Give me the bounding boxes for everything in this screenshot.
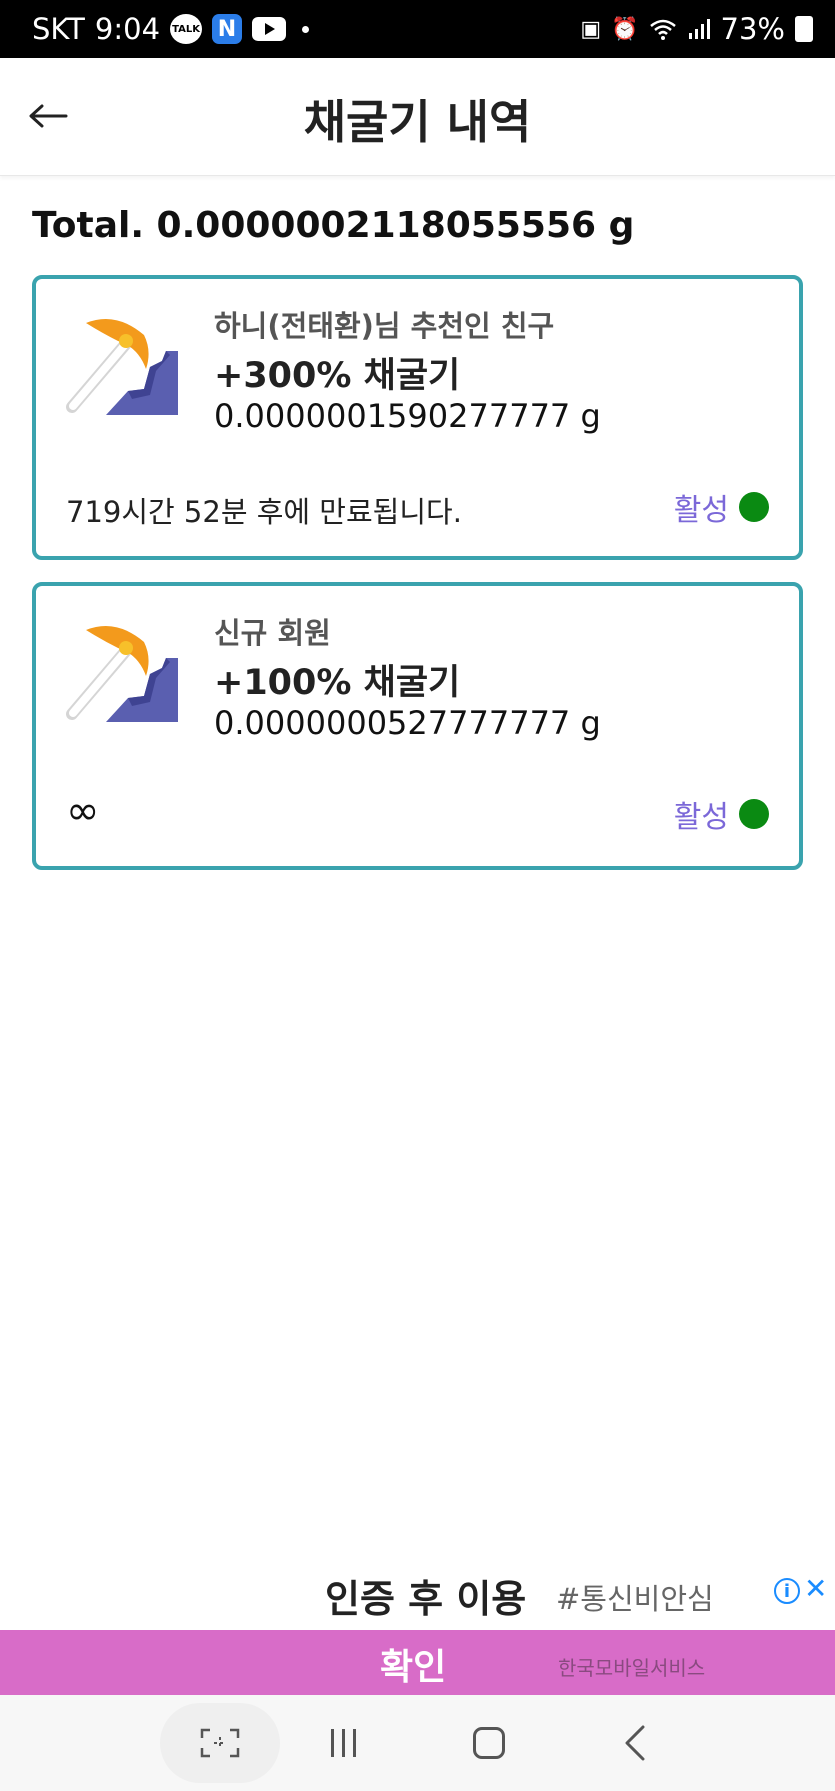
- alarm-icon: ⏰: [611, 16, 639, 42]
- ad-hashtag: #통신비안심: [556, 1582, 714, 1616]
- system-nav-bar: [0, 1695, 835, 1791]
- miner-source-label: 신규 회원: [214, 616, 331, 650]
- ad-banner[interactable]: 인증 후 이용 #통신비안심 i ✕ 확인 한국모바일서비스: [0, 1558, 835, 1695]
- close-icon[interactable]: ✕: [804, 1572, 827, 1605]
- miner-card: 하니(전태환)님 추천인 친구 +300% 채굴기 0.000000159027…: [32, 275, 803, 560]
- ad-brand: 한국모바일서비스: [558, 1656, 706, 1680]
- miner-source-label: 하니(전태환)님 추천인 친구: [214, 309, 555, 343]
- status-label: 활성: [673, 800, 729, 835]
- miner-expiry: 719시간 52분 후에 만료됩니다.: [66, 495, 462, 529]
- infinity-icon: ∞: [66, 788, 100, 834]
- battery-icon: [795, 16, 813, 42]
- status-bar: SKT 9:04 TALK N ▣ ⏰ 73%: [0, 0, 835, 58]
- active-dot-icon: [739, 799, 769, 829]
- miner-amount: 0.0000000527777777 g: [214, 704, 601, 742]
- wifi-icon: [649, 19, 676, 40]
- app-header: 채굴기 내역: [0, 58, 835, 176]
- home-icon: [473, 1727, 505, 1759]
- chevron-left-icon: [625, 1725, 645, 1761]
- screen-capture-button[interactable]: [160, 1703, 280, 1783]
- battery-saver-icon: ▣: [580, 16, 602, 42]
- recent-apps-button[interactable]: [308, 1717, 378, 1769]
- miner-status: 활성: [674, 792, 769, 836]
- pickaxe-mine-icon: [66, 319, 178, 415]
- active-dot-icon: [739, 492, 769, 522]
- ad-headline[interactable]: 인증 후 이용: [325, 1568, 526, 1623]
- ad-cta-button[interactable]: 확인 한국모바일서비스: [0, 1630, 835, 1695]
- carrier-label: SKT: [32, 12, 85, 46]
- system-back-button[interactable]: [600, 1717, 670, 1769]
- kakaotalk-icon: TALK: [170, 14, 203, 44]
- miner-status: 활성: [674, 485, 769, 529]
- youtube-icon: [252, 17, 287, 41]
- info-icon[interactable]: i: [774, 1578, 800, 1604]
- recent-apps-icon: [330, 1729, 356, 1757]
- home-button[interactable]: [454, 1717, 524, 1769]
- page-title: 채굴기 내역: [303, 95, 532, 149]
- status-bar-left: SKT 9:04 TALK N: [32, 12, 310, 46]
- miner-boost-label: +100% 채굴기: [214, 663, 461, 703]
- capture-icon: [200, 1728, 240, 1758]
- signal-icon: [688, 19, 710, 39]
- miner-card: 신규 회원 +100% 채굴기 0.0000000527777777 g ∞ 활…: [32, 582, 803, 870]
- miner-amount: 0.0000001590277777 g: [214, 397, 601, 435]
- notification-dot-icon: [302, 25, 310, 33]
- miner-boost-label: +300% 채굴기: [214, 356, 461, 396]
- battery-percent: 73%: [720, 12, 785, 46]
- total-amount: Total. 0.0000002118055556 g: [32, 205, 635, 246]
- status-bar-right: ▣ ⏰ 73%: [580, 12, 813, 46]
- naver-icon: N: [212, 14, 243, 44]
- ad-cta-label: 확인: [380, 1647, 447, 1688]
- status-label: 활성: [673, 493, 729, 528]
- pickaxe-mine-icon: [66, 626, 178, 722]
- time-label: 9:04: [94, 12, 161, 46]
